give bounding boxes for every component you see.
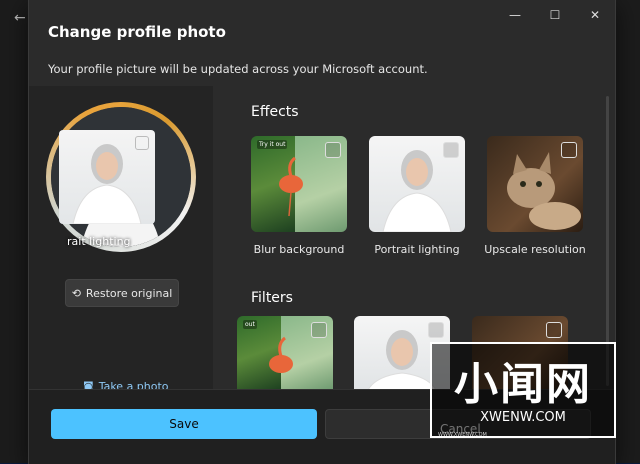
current-photo-thumbnail xyxy=(59,130,155,224)
save-button[interactable]: Save xyxy=(51,409,317,439)
caption-buttons: — ☐ ✕ xyxy=(495,0,615,30)
effects-heading: Effects xyxy=(251,104,299,120)
effect-card-upscale-resolution[interactable] xyxy=(487,136,583,232)
watermark-badge: 小闻网 XWENW.COM WWW.XWENW.COM xyxy=(430,342,616,438)
effect-card-portrait-lighting[interactable] xyxy=(369,136,465,232)
restore-icon: ⟲ xyxy=(71,286,81,300)
try-it-out-badge: Try it out xyxy=(257,140,288,149)
filter-checkbox[interactable] xyxy=(428,322,444,338)
filter-checkbox[interactable] xyxy=(311,322,327,338)
effect-checkbox[interactable] xyxy=(561,142,577,158)
dialog-subtitle: Your profile picture will be updated acr… xyxy=(48,62,428,76)
effect-checkbox[interactable] xyxy=(325,142,341,158)
watermark-url: XWENW.COM xyxy=(480,410,566,425)
filter-checkbox[interactable] xyxy=(546,322,562,338)
effect-checkbox[interactable] xyxy=(443,142,459,158)
filter-card-1[interactable]: out xyxy=(237,316,333,390)
preview-caption: rait lighting xyxy=(67,235,131,248)
effect-card-blur-background[interactable]: Try it out xyxy=(251,136,347,232)
close-button[interactable]: ✕ xyxy=(575,0,615,30)
effect-label-portrait-lighting: Portrait lighting xyxy=(374,243,460,256)
restore-original-button[interactable]: ⟲ Restore original xyxy=(65,279,179,307)
restore-label: Restore original xyxy=(85,286,173,300)
filters-heading: Filters xyxy=(251,290,293,306)
dialog-title: Change profile photo xyxy=(48,23,226,41)
preview-pane: rait lighting xyxy=(29,86,213,390)
watermark-logo: 小闻网 xyxy=(454,359,592,410)
effect-label-upscale-resolution: Upscale resolution xyxy=(484,243,586,256)
minimize-button[interactable]: — xyxy=(495,0,535,30)
maximize-button[interactable]: ☐ xyxy=(535,0,575,30)
try-it-out-badge: out xyxy=(243,320,257,329)
effect-label-blur-background: Blur background xyxy=(253,243,345,256)
back-arrow-icon[interactable]: ← xyxy=(14,10,26,26)
thumbnail-checkbox[interactable] xyxy=(135,136,149,150)
watermark-tiny-text: WWW.XWENW.COM xyxy=(438,432,487,438)
